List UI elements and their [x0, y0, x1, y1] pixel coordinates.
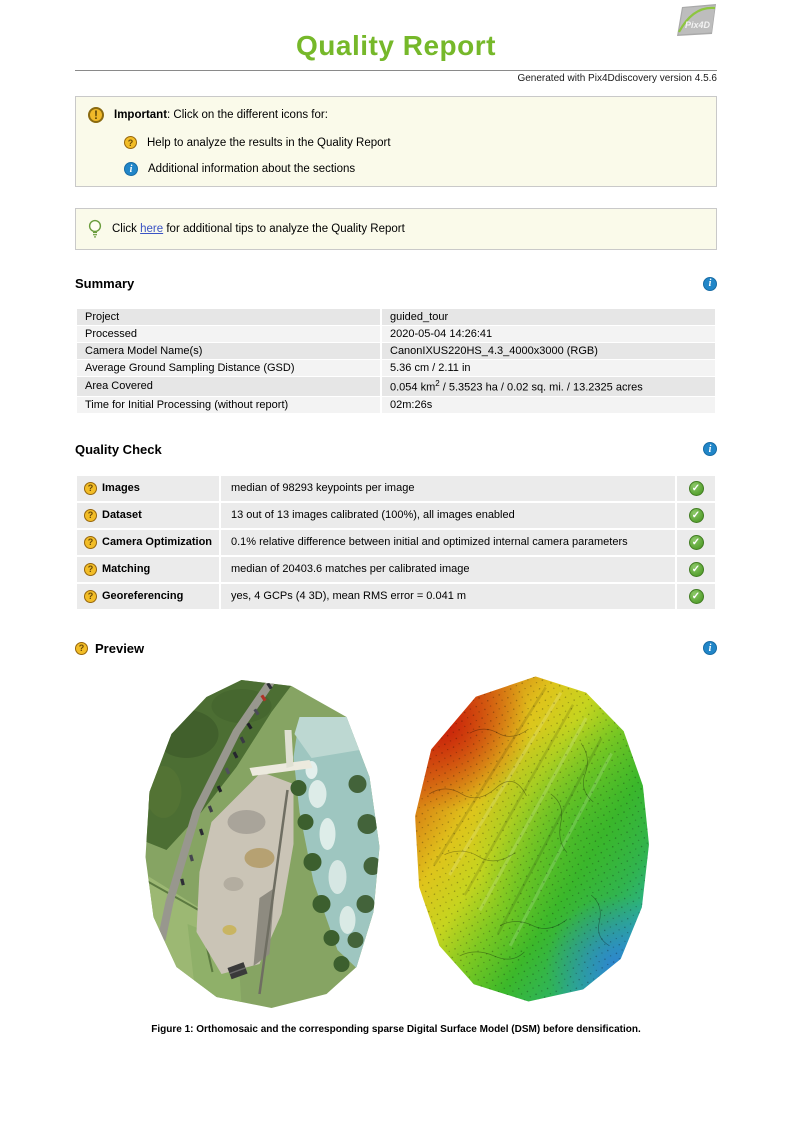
- important-intro: Important: Click on the different icons …: [114, 109, 328, 121]
- important-item-help-label: Help to analyze the results in the Quali…: [147, 136, 391, 149]
- quality-row-label-cell: ? Camera Optimization: [77, 529, 219, 555]
- preview-heading: Preview: [95, 640, 145, 656]
- quality-row-status-cell: ✓: [677, 583, 715, 609]
- summary-row-label: Area Covered: [77, 377, 380, 396]
- area-value-pre: 0.054 km: [390, 381, 436, 394]
- orthomosaic-image: [145, 679, 380, 1008]
- table-row: Average Ground Sampling Distance (GSD) 5…: [77, 360, 715, 376]
- summary-row-value: 5.36 cm / 2.11 in: [382, 360, 715, 376]
- warning-icon: !: [88, 107, 104, 123]
- important-notice-box: ! Important: Click on the different icon…: [75, 96, 717, 187]
- quality-row-description: yes, 4 GCPs (4 3D), mean RMS error = 0.0…: [221, 583, 675, 609]
- quality-row-status-cell: ✓: [677, 529, 715, 555]
- preview-figure: [75, 672, 717, 1012]
- quality-row-description: median of 98293 keypoints per image: [221, 475, 675, 501]
- quality-row-label-cell: ? Georeferencing: [77, 583, 219, 609]
- page-title: Quality Report: [296, 30, 496, 61]
- quality-row-label-cell: ? Matching: [77, 556, 219, 582]
- quality-row-label: Georeferencing: [102, 590, 184, 603]
- header-divider: [75, 70, 717, 71]
- question-icon[interactable]: ?: [84, 562, 97, 576]
- quality-row-status-cell: ✓: [677, 475, 715, 501]
- table-row: Area Covered 0.054 km2 / 5.3523 ha / 0.0…: [77, 377, 715, 396]
- important-item-info: i Additional information about the secti…: [124, 162, 704, 176]
- preview-section-header: ? Preview i: [75, 641, 717, 656]
- quality-report-page: Quality Report Pix4D Generated with Pix4…: [0, 0, 793, 1123]
- quality-row-label-cell: ? Dataset: [77, 502, 219, 528]
- summary-row-value: 0.054 km2 / 5.3523 ha / 0.02 sq. mi. / 1…: [382, 377, 715, 396]
- quality-check-section-header: Quality Check i: [75, 442, 717, 457]
- summary-section-header: Summary i: [75, 276, 717, 291]
- summary-table: Project guided_tour Processed 2020-05-04…: [75, 308, 717, 414]
- quality-row-status-cell: ✓: [677, 502, 715, 528]
- question-icon[interactable]: ?: [84, 481, 97, 495]
- check-icon: ✓: [688, 480, 704, 496]
- quality-row-label-cell: ? Images: [77, 475, 219, 501]
- summary-row-value: 2020-05-04 14:26:41: [382, 326, 715, 342]
- table-row: Time for Initial Processing (without rep…: [77, 396, 715, 413]
- summary-row-label: Time for Initial Processing (without rep…: [77, 396, 380, 413]
- quality-row-label: Camera Optimization: [102, 536, 213, 549]
- quality-check-info-icon[interactable]: i: [703, 442, 717, 457]
- tip-box: Click here for additional tips to analyz…: [75, 208, 717, 250]
- check-icon: ✓: [688, 561, 704, 577]
- question-icon[interactable]: ?: [84, 535, 97, 549]
- tip-here-link[interactable]: here: [140, 223, 163, 235]
- quality-row-description: 0.1% relative difference between initial…: [221, 529, 675, 555]
- summary-heading: Summary: [75, 276, 135, 291]
- question-icon[interactable]: ?: [84, 508, 97, 522]
- quality-check-heading: Quality Check: [75, 441, 162, 457]
- summary-row-label: Processed: [77, 326, 380, 342]
- quality-row-label: Matching: [102, 563, 151, 576]
- question-icon[interactable]: ?: [124, 136, 137, 149]
- check-icon: ✓: [688, 588, 704, 604]
- check-icon: ✓: [688, 534, 704, 550]
- summary-info-icon[interactable]: i: [703, 276, 717, 291]
- table-row: ? Camera Optimization 0.1% relative diffe…: [77, 529, 715, 555]
- question-icon[interactable]: ?: [84, 589, 97, 603]
- figure-caption: Figure 1: Orthomosaic and the correspond…: [151, 1023, 641, 1035]
- quality-row-description: 13 out of 13 images calibrated (100%), a…: [221, 502, 675, 528]
- question-icon[interactable]: ?: [75, 641, 88, 655]
- preview-info-icon[interactable]: i: [703, 641, 717, 656]
- quality-row-label: Dataset: [102, 509, 142, 522]
- important-item-info-label: Additional information about the section…: [148, 163, 356, 175]
- table-row: ? Matching median of 20403.6 matches per …: [77, 556, 715, 582]
- summary-row-label: Camera Model Name(s): [77, 343, 380, 359]
- quality-check-table: ? Images median of 98293 keypoints per im…: [75, 474, 717, 611]
- table-row: ? Dataset 13 out of 13 images calibrated …: [77, 502, 715, 528]
- dsm-image: [415, 676, 649, 1002]
- summary-row-value: guided_tour: [382, 309, 715, 325]
- important-title: Important: [114, 109, 168, 121]
- table-row: Camera Model Name(s) CanonIXUS220HS_4.3_…: [77, 343, 715, 359]
- summary-row-value: 02m:26s: [382, 396, 715, 413]
- tip-text-before: Click: [112, 223, 141, 235]
- lightbulb-icon: [88, 219, 102, 239]
- summary-row-label: Average Ground Sampling Distance (GSD): [77, 360, 380, 376]
- summary-row-label: Project: [77, 309, 380, 325]
- logo-text: Pix4D: [685, 20, 711, 30]
- quality-row-description: median of 20403.6 matches per calibrated…: [221, 556, 675, 582]
- summary-row-value: CanonIXUS220HS_4.3_4000x3000 (RGB): [382, 343, 715, 359]
- area-value-post: / 5.3523 ha / 0.02 sq. mi. / 13.2325 acr…: [439, 381, 643, 394]
- quality-row-label: Images: [102, 482, 140, 495]
- table-row: ? Images median of 98293 keypoints per im…: [77, 475, 715, 501]
- important-item-help: ? Help to analyze the results in the Qua…: [124, 136, 704, 149]
- table-row: Project guided_tour: [77, 309, 715, 325]
- generated-with-line: Generated with Pix4Ddiscovery version 4.…: [517, 73, 717, 84]
- tip-text-after: for additional tips to analyze the Quali…: [163, 223, 405, 235]
- info-icon[interactable]: i: [124, 162, 138, 176]
- check-icon: ✓: [688, 507, 704, 523]
- quality-row-status-cell: ✓: [677, 556, 715, 582]
- tip-text: Click here for additional tips to analyz…: [112, 223, 405, 235]
- table-row: ? Georeferencing yes, 4 GCPs (4 3D), mean…: [77, 583, 715, 609]
- important-intro-rest: : Click on the different icons for:: [167, 109, 328, 121]
- table-row: Processed 2020-05-04 14:26:41: [77, 326, 715, 342]
- pix4d-logo-icon: Pix4D: [675, 4, 717, 40]
